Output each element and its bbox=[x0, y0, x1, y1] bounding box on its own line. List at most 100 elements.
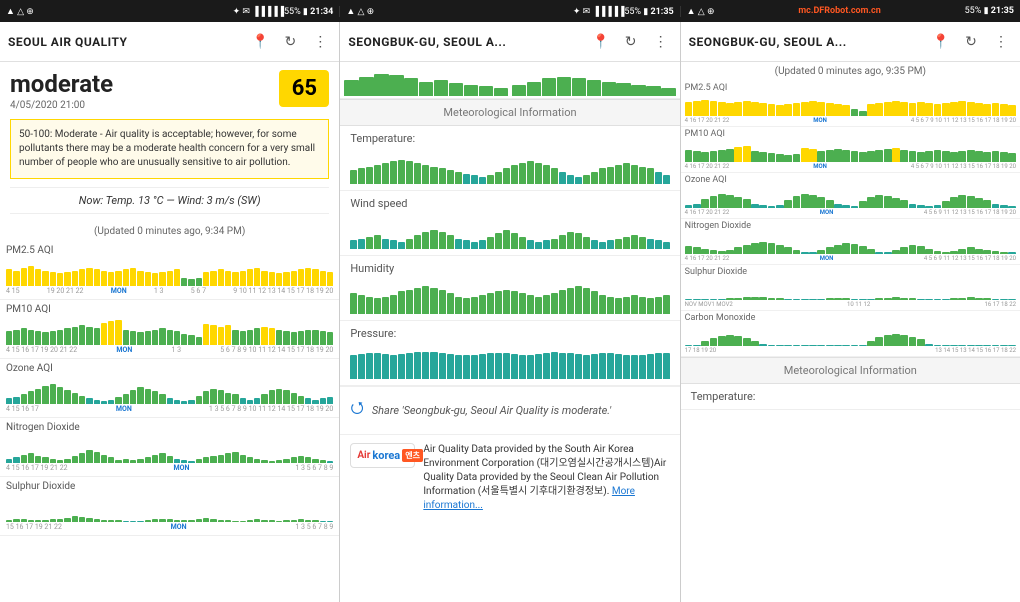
bar bbox=[28, 520, 34, 522]
bar bbox=[247, 520, 253, 522]
bar bbox=[607, 240, 614, 249]
panel-middle-header: SEONGBUK-GU, SEOUL A... 📍 ↻ ⋮ bbox=[340, 22, 679, 62]
refresh-icon[interactable]: ↻ bbox=[279, 31, 301, 53]
bar bbox=[851, 299, 859, 300]
no2-axis-left: 4 15 16 17 19 21 22MON1 3 5 6 7 8 9 bbox=[6, 464, 333, 472]
refresh-icon-right[interactable]: ↻ bbox=[960, 31, 982, 53]
bar bbox=[247, 269, 253, 286]
bar bbox=[875, 252, 883, 254]
bar bbox=[934, 299, 942, 300]
more-icon[interactable]: ⋮ bbox=[309, 31, 331, 53]
bar bbox=[583, 288, 590, 314]
bar bbox=[950, 197, 958, 208]
bar bbox=[276, 330, 282, 345]
bar bbox=[439, 232, 446, 250]
bar bbox=[487, 353, 494, 379]
location-icon-mid[interactable]: 📍 bbox=[590, 31, 612, 53]
bar bbox=[535, 354, 542, 379]
bar bbox=[196, 459, 202, 463]
bar bbox=[247, 400, 253, 404]
bar bbox=[623, 297, 630, 315]
no2-right: Nitrogen Dioxide bbox=[681, 219, 1020, 265]
bar bbox=[909, 103, 917, 116]
refresh-icon-mid[interactable]: ↻ bbox=[620, 31, 642, 53]
bar bbox=[759, 103, 767, 116]
updated-info-left: (Updated 0 minutes ago, 9:34 PM) bbox=[0, 222, 339, 241]
location-icon[interactable]: 📍 bbox=[249, 31, 271, 53]
bar bbox=[503, 290, 510, 315]
bar bbox=[875, 103, 883, 116]
bar bbox=[422, 352, 429, 379]
bar bbox=[934, 104, 942, 116]
bar bbox=[615, 239, 622, 250]
bar bbox=[743, 146, 751, 163]
bar bbox=[567, 232, 574, 250]
bar bbox=[751, 102, 759, 116]
bar bbox=[390, 161, 397, 184]
bar bbox=[826, 345, 834, 346]
bar bbox=[312, 459, 318, 463]
bar bbox=[406, 161, 413, 184]
location-icon-right[interactable]: 📍 bbox=[930, 31, 952, 53]
share-icon[interactable]: ⭯ bbox=[350, 397, 363, 424]
bar bbox=[463, 240, 470, 249]
bar bbox=[145, 331, 151, 345]
bar bbox=[269, 461, 275, 463]
bar bbox=[867, 249, 875, 255]
bar bbox=[701, 152, 709, 162]
bar bbox=[892, 334, 900, 346]
bar bbox=[801, 148, 809, 162]
bar bbox=[464, 85, 478, 96]
bar bbox=[701, 199, 709, 208]
bar bbox=[430, 230, 437, 249]
bar bbox=[983, 104, 991, 116]
bar bbox=[834, 149, 842, 162]
so2-right-label: Sulphur Dioxide bbox=[685, 267, 1016, 277]
bar bbox=[123, 459, 129, 463]
bar bbox=[374, 235, 381, 249]
bar bbox=[768, 153, 776, 162]
more-icon-mid[interactable]: ⋮ bbox=[650, 31, 672, 53]
bar bbox=[495, 233, 502, 249]
bar bbox=[950, 102, 958, 116]
bar bbox=[320, 271, 326, 286]
bar bbox=[79, 453, 85, 463]
bar bbox=[79, 269, 85, 286]
share-text[interactable]: Share 'Seongbuk-gu, Seoul Air Quality is… bbox=[372, 404, 611, 417]
bar bbox=[181, 460, 187, 463]
bar bbox=[693, 101, 701, 116]
bar bbox=[261, 460, 267, 463]
bar bbox=[447, 293, 454, 314]
bar bbox=[181, 520, 187, 522]
bar bbox=[934, 345, 942, 346]
bar bbox=[710, 299, 718, 300]
bar bbox=[320, 460, 326, 463]
bar bbox=[366, 297, 373, 315]
bar bbox=[232, 452, 238, 463]
bar bbox=[992, 345, 1000, 346]
bar bbox=[718, 336, 726, 346]
bar bbox=[967, 196, 975, 208]
bar bbox=[240, 455, 246, 463]
bar bbox=[685, 345, 693, 346]
bar bbox=[101, 323, 107, 345]
bar bbox=[188, 461, 194, 463]
bar bbox=[983, 345, 991, 346]
bar bbox=[734, 336, 742, 346]
bar bbox=[123, 394, 129, 404]
bar bbox=[449, 83, 463, 96]
bar bbox=[487, 175, 494, 184]
more-icon-right[interactable]: ⋮ bbox=[990, 31, 1012, 53]
bar bbox=[647, 239, 654, 250]
bar bbox=[455, 297, 462, 315]
bar bbox=[751, 341, 759, 347]
status-right-2: ✦ ✉ ▐▐▐▐▐55% ▮ 21:35 bbox=[573, 6, 674, 17]
bar bbox=[710, 101, 718, 116]
bar bbox=[784, 299, 792, 300]
bar bbox=[591, 240, 598, 249]
bar bbox=[655, 172, 662, 184]
bar bbox=[218, 455, 224, 463]
bar bbox=[583, 175, 590, 184]
pm10-axis-left: 4 15 16 17 19 20 21 22MON1 35 6 7 8 9 10… bbox=[6, 346, 333, 354]
bar bbox=[587, 80, 601, 96]
